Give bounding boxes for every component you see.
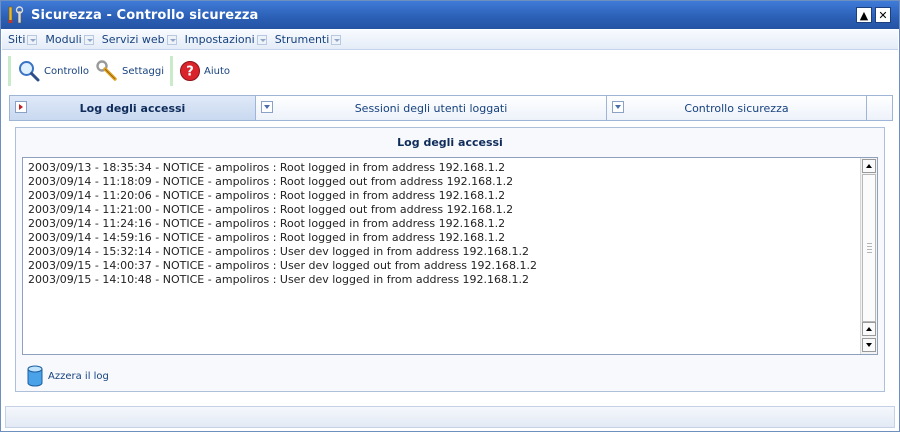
log-textarea[interactable]: 2003/09/13 - 18:35:34 - NOTICE - ampolir… <box>22 157 878 355</box>
magnifier-icon <box>19 61 40 82</box>
maximize-button[interactable]: ▲ <box>856 7 872 23</box>
log-line: 2003/09/15 - 14:10:48 - NOTICE - ampolir… <box>28 273 530 286</box>
tab-bar: Log degli accessi Sessioni degli utenti … <box>9 95 893 121</box>
log-line: 2003/09/14 - 11:20:06 - NOTICE - ampolir… <box>28 189 506 202</box>
log-line: 2003/09/15 - 14:00:37 - NOTICE - ampolir… <box>28 259 538 272</box>
chevron-down-icon <box>331 34 342 45</box>
aiuto-button[interactable]: ? Aiuto <box>179 60 230 82</box>
menu-bar: Siti Moduli Servizi web Impostazioni Str… <box>2 30 898 50</box>
log-line: 2003/09/14 - 14:59:16 - NOTICE - ampolir… <box>28 231 506 244</box>
app-window: Sicurezza - Controllo sicurezza ▲ ✕ Siti… <box>0 0 900 432</box>
arrow-right-icon <box>15 101 27 113</box>
clear-log-button[interactable]: Azzera il log <box>26 365 109 387</box>
tools-icon <box>6 5 26 25</box>
chevron-down-icon <box>256 34 267 45</box>
log-line: 2003/09/14 - 11:18:09 - NOTICE - ampolir… <box>28 175 514 188</box>
svg-text:?: ? <box>186 65 194 80</box>
panel-title: Log degli accessi <box>397 135 503 149</box>
toolbar-separator <box>8 56 11 86</box>
wrench-icon <box>96 60 117 81</box>
close-button[interactable]: ✕ <box>875 7 891 23</box>
settaggi-button[interactable]: Settaggi <box>95 59 164 83</box>
menu-moduli[interactable]: Moduli <box>45 33 94 46</box>
title-bar: Sicurezza - Controllo sicurezza ▲ ✕ <box>1 1 899 29</box>
toolbar-separator <box>170 56 173 86</box>
chevron-down-icon <box>612 101 624 113</box>
chevron-down-icon <box>261 101 273 113</box>
log-line: 2003/09/14 - 11:24:16 - NOTICE - ampolir… <box>28 217 506 230</box>
log-lines: 2003/09/13 - 18:35:34 - NOTICE - ampolir… <box>28 161 857 287</box>
menu-siti[interactable]: Siti <box>8 33 38 46</box>
chevron-down-icon <box>166 34 177 45</box>
controllo-button[interactable]: Controllo <box>17 59 89 83</box>
menu-impostazioni[interactable]: Impostazioni <box>185 33 267 46</box>
vertical-scrollbar[interactable] <box>860 158 877 354</box>
menu-servizi-web[interactable]: Servizi web <box>102 33 177 46</box>
log-panel: Log degli accessi 2003/09/13 - 18:35:34 … <box>15 127 885 392</box>
log-line: 2003/09/14 - 15:32:14 - NOTICE - ampolir… <box>28 245 530 258</box>
tab-controllo-sicurezza[interactable]: Controllo sicurezza <box>607 96 867 120</box>
scroll-thumb[interactable] <box>862 174 876 322</box>
chevron-down-icon <box>83 34 94 45</box>
tab-sessioni-utenti[interactable]: Sessioni degli utenti loggati <box>256 96 607 120</box>
tab-log-accessi[interactable]: Log degli accessi <box>10 96 256 120</box>
menu-strumenti[interactable]: Strumenti <box>275 33 342 46</box>
scroll-up-button[interactable] <box>862 159 876 173</box>
help-icon: ? <box>180 61 200 81</box>
database-icon <box>27 365 43 387</box>
window-title: Sicurezza - Controllo sicurezza <box>31 7 259 23</box>
toolbar: Controllo Settaggi ? Aiuto <box>2 52 898 90</box>
chevron-down-icon <box>27 34 38 45</box>
scroll-down-button[interactable] <box>862 338 876 352</box>
log-line: 2003/09/13 - 18:35:34 - NOTICE - ampolir… <box>28 161 506 174</box>
log-line: 2003/09/14 - 11:21:00 - NOTICE - ampolir… <box>28 203 514 216</box>
status-bar <box>5 406 895 428</box>
scroll-up-button-lower[interactable] <box>862 322 876 336</box>
